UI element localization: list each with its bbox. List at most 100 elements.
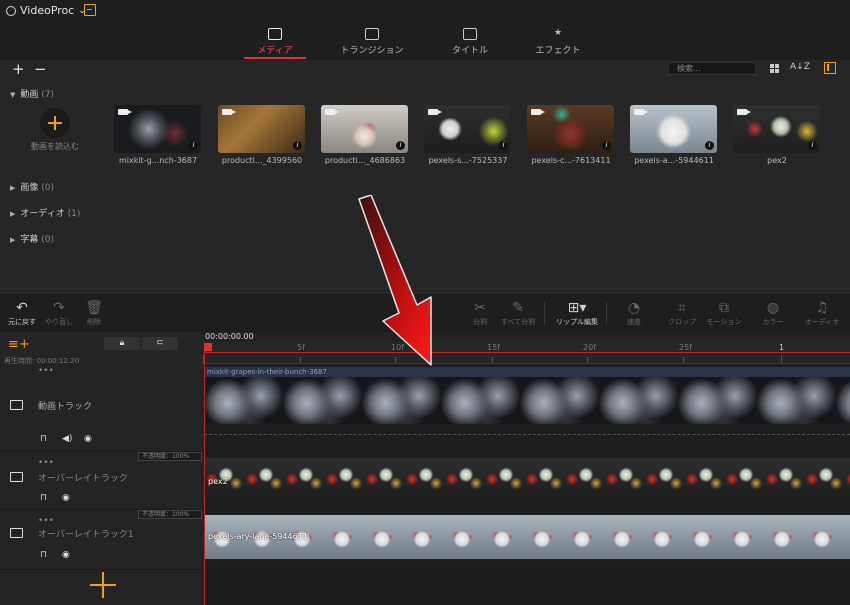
ruler-label: 5f xyxy=(297,343,305,352)
media-thumbnail[interactable]: i xyxy=(630,105,717,153)
crop-icon: ⌗ xyxy=(678,300,686,316)
info-icon[interactable]: i xyxy=(189,141,198,150)
overlay-track-1-header: 不透明度：100% ••• オーバーレイトラック1 ⊓ ◉ xyxy=(0,510,203,570)
audio-button[interactable]: ♫ オーディオ xyxy=(800,300,844,327)
motion-button[interactable]: ⧉ モーション xyxy=(702,300,746,327)
snap-magnet-button[interactable]: ⊂ xyxy=(142,337,178,350)
media-name: pexels-c...-7613411 xyxy=(531,156,611,165)
remove-media-button[interactable]: − xyxy=(34,60,47,78)
undo-button[interactable]: ↶ 元に戻す xyxy=(6,300,38,327)
lock-icon[interactable]: ⊓ xyxy=(40,550,47,560)
grid-view-icon[interactable] xyxy=(770,64,779,73)
speed-button[interactable]: ◔ 速度 xyxy=(620,300,648,327)
undo-label: 元に戻す xyxy=(8,318,36,326)
ruler-label: 15f xyxy=(487,343,500,352)
ruler-progress-line xyxy=(204,352,850,353)
tab-label: エフェクト xyxy=(535,46,581,56)
crop-label: クロップ xyxy=(668,318,696,326)
video-camera-icon xyxy=(737,109,751,115)
eye-icon[interactable]: ◉ xyxy=(62,493,70,503)
color-button[interactable]: ◍ カラー xyxy=(756,300,790,327)
motion-label: モーション xyxy=(706,318,742,326)
video-camera-icon xyxy=(222,109,236,115)
undo-icon: ↶ xyxy=(16,300,28,316)
category-video[interactable]: ▼ 動画 (7) xyxy=(10,87,54,100)
info-icon[interactable]: i xyxy=(808,141,817,150)
split-all-label: すべて分割 xyxy=(500,318,536,326)
eye-icon[interactable]: ◉ xyxy=(62,550,70,560)
media-name: producti..._4399560 xyxy=(221,156,303,165)
tab-transition[interactable]: トランジション xyxy=(332,28,412,56)
split-button[interactable]: ✂ 分割 xyxy=(466,300,494,327)
overlay-track-icon xyxy=(10,472,23,482)
category-subtitle[interactable]: ▶ 字幕 (0) xyxy=(10,232,54,245)
info-icon[interactable]: i xyxy=(293,141,302,150)
scissors-icon: ✂ xyxy=(474,300,486,316)
clip-name: mixkit-grapes-in-their-bunch-3687 xyxy=(207,368,327,376)
media-icon xyxy=(268,28,282,40)
lock-icon[interactable]: ⊓ xyxy=(40,493,47,503)
active-tab-underline xyxy=(244,57,306,59)
more-icon[interactable]: ••• xyxy=(38,516,54,526)
video-clip[interactable] xyxy=(204,377,850,424)
tab-title[interactable]: タイトル xyxy=(430,28,510,56)
media-thumbnail[interactable]: i xyxy=(733,105,820,153)
more-icon[interactable]: ••• xyxy=(38,366,54,376)
ruler-tick xyxy=(781,355,782,363)
overlay-clip[interactable] xyxy=(204,458,850,502)
add-media-button[interactable]: + xyxy=(12,60,25,78)
video-camera-icon xyxy=(531,109,545,115)
media-thumbnail[interactable]: i xyxy=(114,105,201,153)
ripple-edit-button[interactable]: ⊞▾ リップル編集 xyxy=(553,300,601,327)
info-icon[interactable]: i xyxy=(396,141,405,150)
category-audio[interactable]: ▶ オーディオ (1) xyxy=(10,206,80,219)
category-count: (7) xyxy=(41,90,55,100)
split-all-button[interactable]: ✎ すべて分割 xyxy=(498,300,538,327)
add-track-button[interactable] xyxy=(90,572,116,598)
clip-label: pexels-ary-lane-5944611 xyxy=(208,532,308,541)
sort-icon[interactable]: A↓Z xyxy=(790,62,810,72)
tab-label: トランジション xyxy=(340,46,404,56)
app-menu[interactable]: VideoProc ⌄ xyxy=(6,4,86,17)
info-icon[interactable]: i xyxy=(705,141,714,150)
lock-icon[interactable]: ⊓ xyxy=(40,434,47,444)
media-name: pex2 xyxy=(767,156,787,165)
playhead-line[interactable] xyxy=(204,351,205,605)
motion-icon: ⧉ xyxy=(719,300,729,316)
category-image[interactable]: ▶ 画像 (0) xyxy=(10,180,54,193)
lock-icon: 🔒︎ xyxy=(119,338,125,348)
playhead-handle[interactable] xyxy=(204,343,212,351)
search-input[interactable]: 検索... xyxy=(668,62,756,75)
more-icon[interactable]: ••• xyxy=(38,458,54,468)
app-name: VideoProc xyxy=(20,4,75,17)
redo-button[interactable]: ↷ やり直し xyxy=(42,300,76,327)
import-video-button[interactable] xyxy=(40,108,70,138)
ruler-tick xyxy=(587,357,588,363)
color-label: カラー xyxy=(762,318,784,326)
info-icon[interactable]: i xyxy=(499,141,508,150)
app-logo-icon xyxy=(6,5,16,16)
media-thumbnail[interactable]: i xyxy=(218,105,305,153)
media-thumbnail[interactable]: i xyxy=(424,105,511,153)
timeline-ruler[interactable]: 5f 10f 15f 20f 25f 1 xyxy=(203,342,850,364)
palette-icon: ◍ xyxy=(766,300,780,316)
lock-timeline-button[interactable]: 🔒︎ xyxy=(104,337,140,350)
save-icon[interactable] xyxy=(84,4,96,16)
crop-button[interactable]: ⌗ クロップ xyxy=(664,300,700,327)
eye-icon[interactable]: ◉ xyxy=(84,434,92,444)
media-thumbnail[interactable]: i xyxy=(527,105,614,153)
info-icon[interactable]: i xyxy=(602,141,611,150)
add-track-icon[interactable]: ≡+ xyxy=(8,337,30,352)
tab-media[interactable]: メディア xyxy=(235,28,315,56)
panel-toggle-icon[interactable] xyxy=(824,62,836,74)
delete-button[interactable]: 🗑 削除 xyxy=(82,300,106,327)
import-video-label: 動画を読込む xyxy=(31,142,79,151)
media-thumbnail[interactable]: i xyxy=(321,105,408,153)
volume-icon[interactable]: ◀) xyxy=(62,434,72,444)
speed-label: 速度 xyxy=(627,318,641,326)
tab-label: メディア xyxy=(257,46,293,56)
speed-gauge-icon: ◔ xyxy=(627,300,641,316)
timeline-empty-area[interactable] xyxy=(204,570,850,605)
tab-effect[interactable]: ★ エフェクト xyxy=(518,28,598,56)
audio-label: オーディオ xyxy=(804,318,840,326)
